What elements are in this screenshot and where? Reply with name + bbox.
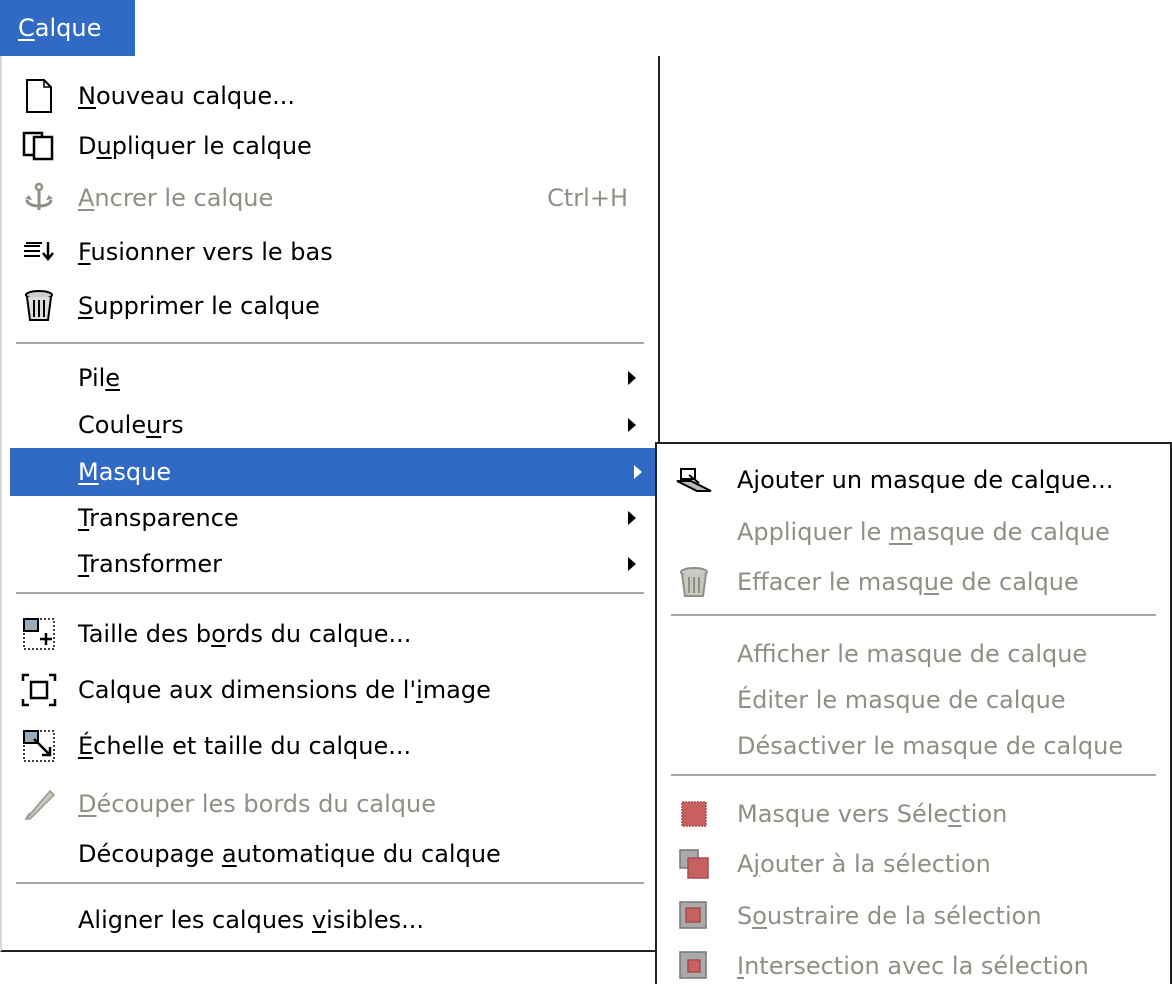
submenu-item-edit-layer-mask: Éditer le masque de calque xyxy=(737,686,1066,714)
menu-item-autocrop-layer[interactable]: Découpage automatique du calque xyxy=(10,830,650,878)
menu-item-scale-layer[interactable]: Échelle et taille du calque... xyxy=(10,722,650,770)
submenu-item-delete-layer-mask: Effacer le masque de calque xyxy=(665,558,1162,606)
menu-item-duplicate-layer[interactable]: Dupliquer le calque xyxy=(10,122,650,170)
merge-down-icon xyxy=(20,233,58,271)
submenu-arrow-icon xyxy=(634,465,642,479)
submenu-arrow-icon xyxy=(628,511,636,525)
submenu-item-disable-layer-mask: Désactiver le masque de calque xyxy=(737,732,1124,760)
submenu-arrow-icon xyxy=(628,557,636,571)
duplicate-layer-icon xyxy=(20,127,58,165)
subtract-from-selection-icon xyxy=(675,897,713,935)
submenu-arrow-icon xyxy=(628,371,636,385)
menu-item-anchor-layer: Ancrer le calque Ctrl+H xyxy=(10,174,650,222)
separator xyxy=(16,882,644,885)
separator xyxy=(16,592,644,595)
separator xyxy=(16,342,644,345)
menu-calque-title[interactable]: Calque xyxy=(0,0,135,56)
menu-item-delete-layer[interactable]: Supprimer le calque xyxy=(10,282,650,330)
add-to-selection-icon xyxy=(675,845,713,883)
layer-boundary-size-icon xyxy=(20,615,58,653)
submenu-item-mask-to-selection: Masque vers Sélection xyxy=(665,790,1162,838)
mask-submenu: Ajouter un masque de calque... Appliquer… xyxy=(655,442,1172,984)
shortcut-ctrl-h: Ctrl+H xyxy=(547,184,628,212)
menu-item-align-visible-layers[interactable]: Aligner les calques visibles... xyxy=(10,896,650,944)
separator xyxy=(671,614,1156,617)
menu-item-transparency[interactable]: Transparence xyxy=(10,494,650,542)
menu-item-layer-to-image-size[interactable]: Calque aux dimensions de l'image xyxy=(10,666,650,714)
crop-icon xyxy=(20,785,58,823)
add-mask-icon xyxy=(675,461,713,499)
menu-item-crop-layer: Découper les bords du calque xyxy=(10,780,650,828)
menu-item-colors[interactable]: Couleurs xyxy=(10,401,650,449)
submenu-item-apply-layer-mask: Appliquer le masque de calque xyxy=(737,518,1110,546)
menu-item-new-layer[interactable]: Nouveau calque... xyxy=(10,72,650,120)
submenu-arrow-icon xyxy=(628,418,636,432)
layer-to-image-size-icon xyxy=(20,671,58,709)
menu-item-layer-boundary-size[interactable]: Taille des bords du calque... xyxy=(10,610,650,658)
submenu-item-subtract-from-selection: Soustraire de la sélection xyxy=(665,892,1162,940)
menu-title-text: alque xyxy=(34,14,102,42)
menu-item-stack[interactable]: Pile xyxy=(10,354,650,402)
trash-icon xyxy=(20,287,58,325)
anchor-icon xyxy=(20,179,58,217)
menu-item-transform[interactable]: Transformer xyxy=(10,540,650,588)
submenu-item-show-layer-mask: Afficher le masque de calque xyxy=(737,640,1088,668)
submenu-item-add-to-selection: Ajouter à la sélection xyxy=(665,840,1162,888)
mask-to-selection-icon xyxy=(675,795,713,833)
scale-layer-icon xyxy=(20,727,58,765)
trash-icon xyxy=(675,563,713,601)
separator xyxy=(671,774,1156,777)
submenu-item-add-layer-mask[interactable]: Ajouter un masque de calque... xyxy=(665,456,1162,504)
intersect-selection-icon xyxy=(675,947,713,985)
accelerator-letter: C xyxy=(18,14,35,42)
submenu-item-intersect-with-selection: Intersection avec la sélection xyxy=(665,942,1162,990)
calque-menu: Nouveau calque... Dupliquer le calque An… xyxy=(0,56,660,952)
menu-item-merge-down[interactable]: Fusionner vers le bas xyxy=(10,228,650,276)
new-layer-icon xyxy=(20,77,58,115)
menu-item-mask[interactable]: Masque xyxy=(10,448,656,496)
